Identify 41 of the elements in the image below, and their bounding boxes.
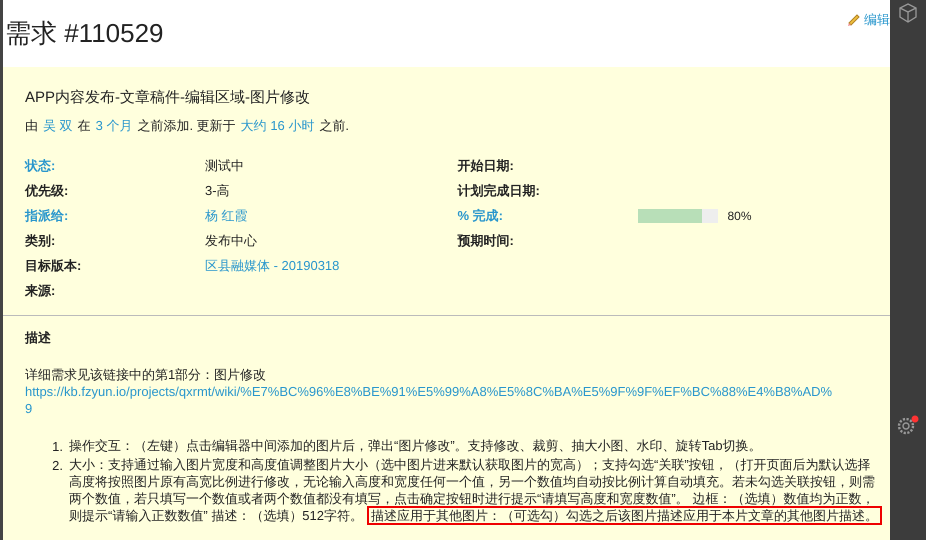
byline-link[interactable]: 大约 16 小时 <box>240 116 314 135</box>
field-label-link[interactable]: 状态: <box>25 158 56 173</box>
list-number: 2. <box>51 457 64 475</box>
byline-text: 在 <box>78 116 91 134</box>
list-text: 两个数值，若只填写一个数值或者两个数值都没有填写，点击确定按钮时进行提示“请填写高度和宽度数值”。 边框：（选填）数值均为正数， <box>69 490 876 507</box>
field-label: 目标版本: <box>25 258 82 273</box>
field-label: 优先级: <box>25 182 68 198</box>
field-label-link[interactable]: % 完成: <box>458 208 503 223</box>
progress-value: 80% <box>728 208 752 224</box>
list-text: 则提示“请输入正数数值” 描述：（选填）512字符。 <box>69 508 363 523</box>
list-text: 高度将按照图片原有高宽比例进行修改，无论输入高度和宽度任何一个值，另一个数值均自动按比例计算自动填充。若未勾选关联按钮，则需 <box>69 473 876 490</box>
byline-text: 之前. <box>319 116 350 134</box>
pencil-icon <box>847 12 861 27</box>
list-text: 操作交互：（左键）点击编辑器中间添加的图片后，弹出“图片修改”。支持修改、裁剪、抽大小图、水印、旋转Tab切换。 <box>69 436 762 454</box>
issue-subject: APP内容发布-文章稿件-编辑区域-图片修改 <box>25 88 311 108</box>
description-text: 详细需求见该链接中的第1部分：图片修改 <box>25 366 268 382</box>
byline-text: 之前添加. 更新于 <box>137 116 236 134</box>
field-label: 类别: <box>25 232 56 248</box>
list-number: 1. <box>51 438 64 456</box>
field-label-link[interactable]: 指派给: <box>25 208 68 223</box>
description-heading: 描述 <box>25 329 52 347</box>
url-link[interactable]: https://kb.fzyun.io/projects/qxrmt/wiki/%E7%BC%96%E8%BE%91%E5%99%A8%E5%8C%BA%E5%9F%9F%EF%BC%88%E4%B8%AD% <box>25 382 890 400</box>
edit-link[interactable]: 编辑 <box>847 10 890 30</box>
field-value: 3-高 <box>205 182 230 200</box>
field-label: 预期时间: <box>458 232 514 248</box>
field-value: 测试中 <box>205 156 244 175</box>
field-label: 开始日期: <box>458 158 514 173</box>
page-title: 需求 #110529 <box>5 18 164 50</box>
field-value-link[interactable]: 杨 红霞 <box>205 206 248 226</box>
field-label: 来源: <box>25 282 56 298</box>
url-link[interactable]: 9 <box>25 400 890 416</box>
list-text: 大小：支持通过输入图片宽度和高度值调整图片大小（选中图片进来默认获取图片的宽高）；支持勾选“关联”按钮，（打开页面后为默认选择 <box>69 456 872 473</box>
cube-icon[interactable] <box>897 2 919 24</box>
field-value-link[interactable]: 区县融媒体 - 20190318 <box>205 256 340 276</box>
field-value: 发布中心 <box>205 232 257 250</box>
byline-text: 由 <box>25 116 38 134</box>
highlighted-text: 描述应用于其他图片：（可选勾）勾选之后该图片描述应用于本片文章的其他图片描述。 <box>366 506 882 525</box>
byline-link[interactable]: 3 个月 <box>96 116 132 135</box>
byline-link[interactable]: 吴 双 <box>43 116 73 135</box>
field-label: 计划完成日期: <box>458 182 540 198</box>
gear-icon[interactable] <box>896 414 920 436</box>
